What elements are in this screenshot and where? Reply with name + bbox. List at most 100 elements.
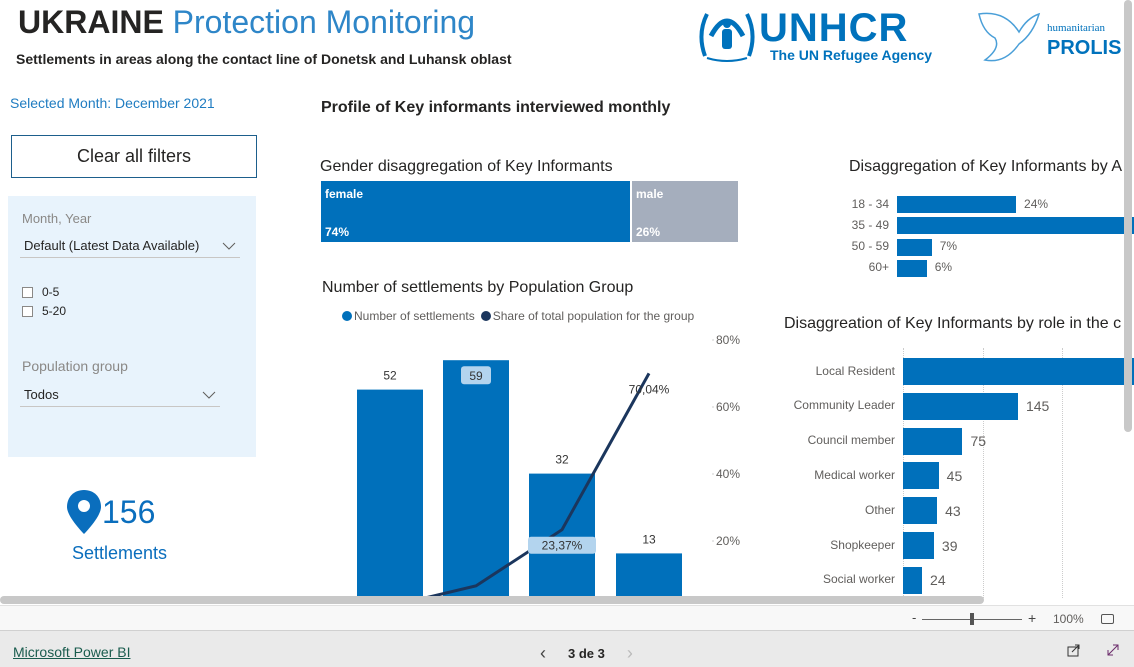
bar-18-34[interactable] <box>897 196 1017 213</box>
data-label: 145 <box>1025 398 1050 415</box>
bar-local-resident[interactable] <box>903 358 1134 385</box>
data-label: 6% <box>934 260 953 275</box>
category-label: Other <box>864 502 895 517</box>
category-label: Shopkeeper <box>830 537 895 552</box>
y2-tick-label: 40% <box>716 467 740 481</box>
bar-medical-worker[interactable] <box>903 462 939 490</box>
page-indicator: 3 de 3 <box>568 646 605 661</box>
legend-dot-icon <box>342 311 352 321</box>
zoom-out-button[interactable]: - <box>912 610 916 625</box>
unhcr-emblem-icon <box>699 13 755 62</box>
fit-to-page-icon[interactable] <box>1101 614 1114 624</box>
tick-mark <box>712 339 714 341</box>
gender-bar-female[interactable]: female 74% <box>321 181 630 242</box>
chevron-down-icon <box>222 242 236 250</box>
data-label: 26% <box>636 225 661 239</box>
legend-item[interactable]: Share of total population for the group <box>480 309 695 323</box>
horizontal-scrollbar[interactable] <box>0 596 984 604</box>
bar-data-label: 52 <box>383 369 397 383</box>
y2-tick-label: 60% <box>716 400 740 414</box>
footer-bar: Microsoft Power BI ‹ 3 de 3 › <box>0 630 1134 667</box>
bar-35-49[interactable] <box>897 217 1134 235</box>
legend-dot-icon <box>480 311 491 321</box>
category-label: 60+ <box>868 260 889 275</box>
bar-52[interactable] <box>357 389 423 600</box>
data-label: 74% <box>325 225 350 239</box>
selected-month: Selected Month: December 2021 <box>10 95 215 111</box>
category-label: Local Resident <box>815 363 895 378</box>
kpi-label: Settlements <box>72 543 168 563</box>
category-label: 35 - 49 <box>851 217 889 232</box>
bar-council-member[interactable] <box>903 427 963 455</box>
bar-data-label: 32 <box>555 453 569 467</box>
legend-item[interactable]: Number of settlements <box>342 309 475 323</box>
vertical-scrollbar[interactable] <box>1124 0 1132 432</box>
line-data-label: 70,04% <box>629 382 670 396</box>
report-canvas: UKRAINE Protection Monitoring Settlement… <box>0 0 1134 605</box>
section-title: Profile of Key informants interviewed mo… <box>321 99 671 116</box>
category-label: female <box>325 187 364 201</box>
next-page-button[interactable]: › <box>627 643 633 664</box>
category-label: Community Leader <box>793 398 895 413</box>
age-chart-title: Disaggregation of Key Informants by A <box>849 158 1123 175</box>
map-pin-icon <box>67 490 101 534</box>
zoom-in-button[interactable]: + <box>1028 610 1036 626</box>
bar-other[interactable] <box>903 497 938 525</box>
tick-mark <box>712 540 714 542</box>
share-line[interactable] <box>390 372 651 600</box>
data-label: 45 <box>946 467 963 484</box>
category-label: male <box>636 187 664 201</box>
share-icon[interactable] <box>1067 643 1081 657</box>
bar-13[interactable] <box>616 553 682 600</box>
prolis-logo: humanitarian PROLIS <box>975 4 1134 70</box>
legend-label: Number of settlements <box>354 309 475 323</box>
y2-tick-label: 80% <box>716 333 740 347</box>
gridline <box>983 348 984 598</box>
clear-all-filters-button[interactable]: Clear all filters <box>11 135 257 178</box>
population-chart-title: Number of settlements by Population Grou… <box>322 279 634 296</box>
dove-icon <box>978 12 1041 62</box>
fullscreen-icon[interactable] <box>1106 643 1120 657</box>
y2-tick-label: 20% <box>716 534 740 548</box>
zoom-slider-thumb[interactable] <box>970 613 974 625</box>
month-year-label: Month, Year <box>22 211 92 226</box>
data-label: 7% <box>939 239 958 254</box>
population-group-dropdown[interactable]: Todos <box>20 383 220 407</box>
data-label: 75 <box>970 433 987 450</box>
data-label: 43 <box>945 502 961 519</box>
checkbox-0-5[interactable]: 0-5 <box>22 285 59 299</box>
filter-panel: Month, Year Default (Latest Data Availab… <box>8 196 256 457</box>
month-year-value: Default (Latest Data Available) <box>24 238 200 253</box>
page-navigator: ‹ 3 de 3 › <box>540 643 633 664</box>
category-label: 50 - 59 <box>851 239 889 254</box>
bar-social-worker[interactable] <box>903 566 923 594</box>
month-year-dropdown[interactable]: Default (Latest Data Available) <box>20 234 240 258</box>
data-label: 24% <box>1024 196 1049 211</box>
gender-bar-male[interactable]: male 26% <box>632 181 738 242</box>
gridline <box>1062 348 1063 598</box>
bar-shopkeeper[interactable] <box>903 532 934 559</box>
settlements-kpi: 156 <box>66 490 155 534</box>
line-data-label: 23,37% <box>542 539 583 553</box>
bar-50-59[interactable] <box>897 238 932 256</box>
category-label: Council member <box>807 433 895 448</box>
checkbox-5-20[interactable]: 5-20 <box>22 304 66 318</box>
previous-page-button[interactable]: ‹ <box>540 643 546 664</box>
power-bi-link[interactable]: Microsoft Power BI <box>13 644 130 660</box>
report-title: UKRAINE Protection Monitoring <box>18 4 476 40</box>
role-chart-title: Disaggreation of Key Informants by role … <box>784 315 1122 332</box>
tick-mark <box>712 406 714 408</box>
bar-59[interactable] <box>443 360 509 600</box>
population-group-label: Population group <box>22 358 128 374</box>
checkbox-label: 0-5 <box>42 285 60 299</box>
category-label: Medical worker <box>814 467 895 482</box>
category-label: Social worker <box>822 572 895 587</box>
bar-data-label: 59 <box>469 369 483 383</box>
bar-60-[interactable] <box>897 259 927 277</box>
chart-legend: Number of settlements Share of total pop… <box>342 309 694 323</box>
zoom-bar: - + 100% <box>0 605 1134 630</box>
data-label: 24 <box>930 572 946 589</box>
population-group-value: Todos <box>24 387 59 402</box>
bar-community-leader[interactable] <box>903 392 1018 420</box>
legend-label: Share of total population for the group <box>492 309 695 323</box>
